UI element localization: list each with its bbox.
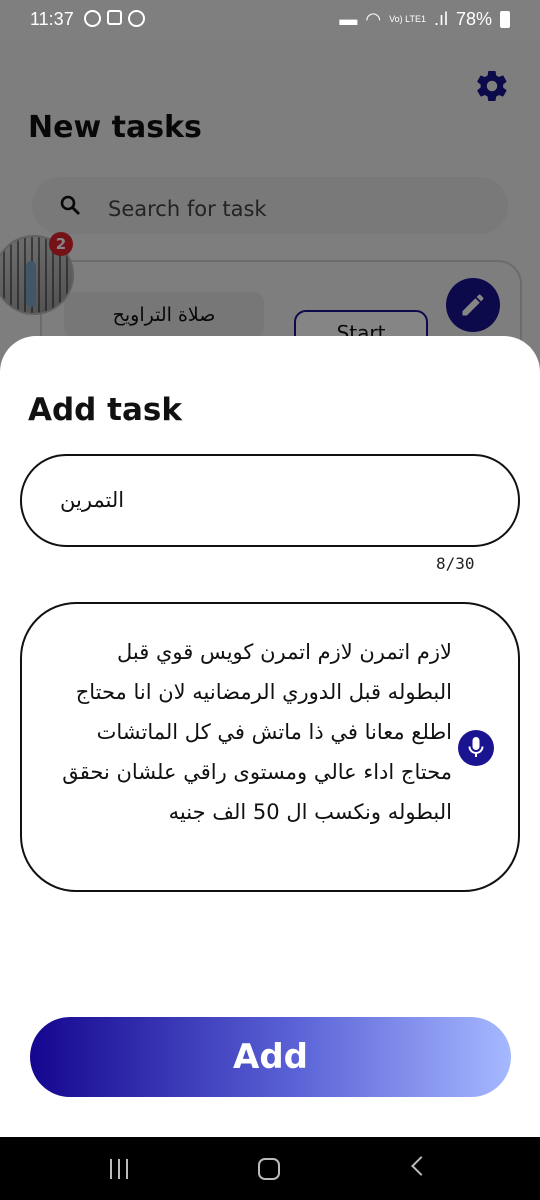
sheet-title: Add task [28, 392, 182, 428]
search-bar[interactable]: Search for task [32, 177, 508, 234]
task-description-field[interactable]: لازم اتمرن لازم اتمرن كويس قوي قبل البطو… [20, 602, 520, 892]
battery-icon [500, 11, 510, 28]
add-task-sheet: Add task التمرين 8/30 لازم اتمرن لازم ات… [0, 336, 540, 1137]
add-button[interactable]: Add [30, 1017, 511, 1097]
messenger-icon [128, 10, 145, 27]
recent-apps-icon[interactable] [108, 1159, 130, 1179]
battery-level: 78% [455, 9, 492, 29]
task-name-field[interactable]: التمرين [20, 454, 520, 547]
back-icon[interactable] [411, 1156, 431, 1176]
status-system-icons: ▬ ◠ Vo) LTE1 .ıl 78% [339, 9, 510, 30]
task-description-value: لازم اتمرن لازم اتمرن كويس قوي قبل البطو… [62, 640, 452, 824]
messenger-icon [84, 10, 101, 27]
wifi-icon: ◠ [365, 9, 382, 29]
page-title: New tasks [28, 110, 202, 145]
microphone-icon [468, 737, 484, 757]
lock-icon [107, 10, 122, 25]
search-placeholder: Search for task [108, 197, 267, 221]
microphone-button[interactable] [458, 730, 494, 766]
status-bar: 11:37 ▬ ◠ Vo) LTE1 .ıl 78% [0, 0, 540, 40]
task-name-value: التمرين [60, 488, 125, 512]
status-notification-icons [84, 10, 145, 27]
home-icon[interactable] [258, 1158, 280, 1180]
edit-button[interactable] [446, 278, 500, 332]
network-type: Vo) LTE1 [389, 14, 426, 24]
signal-icon: .ıl [433, 9, 448, 29]
bed-icon: ▬ [339, 9, 358, 29]
search-icon [60, 195, 80, 215]
edit-icon [462, 294, 484, 316]
notification-badge: 2 [49, 232, 73, 256]
character-counter: 8/30 [436, 554, 475, 573]
task-name: صلاة التراويح [64, 292, 264, 338]
system-navigation-bar [0, 1137, 540, 1200]
gear-icon[interactable] [474, 68, 510, 104]
status-time: 11:37 [30, 9, 74, 29]
